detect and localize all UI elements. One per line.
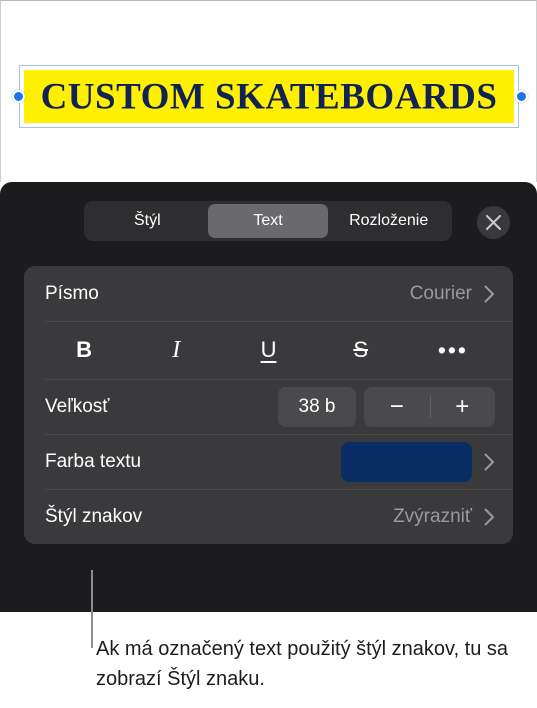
- size-row: Veľkosť 38 b − +: [24, 379, 513, 434]
- size-row-label: Veľkosť: [45, 395, 110, 417]
- caption-text: Ak má označený text použitý štýl znakov,…: [96, 638, 509, 690]
- font-row-value: Courier: [409, 282, 472, 304]
- character-style-row[interactable]: Štýl znakov Zvýrazniť: [24, 489, 513, 544]
- font-row[interactable]: Písmo Courier: [24, 266, 513, 321]
- chevron-right-icon: [484, 508, 494, 525]
- underline-button[interactable]: U: [222, 339, 314, 361]
- callout-leader-line: [91, 570, 93, 648]
- tab-text[interactable]: Text: [207, 204, 329, 238]
- text-box-selection[interactable]: CUSTOM SKATEBOARDS: [19, 65, 519, 128]
- more-options-button[interactable]: •••: [407, 338, 499, 362]
- tab-layout[interactable]: Rozloženie: [328, 204, 449, 238]
- text-format-row: B I U S •••: [24, 321, 513, 379]
- font-size-decrement-button[interactable]: −: [364, 387, 430, 427]
- text-color-row[interactable]: Farba textu: [24, 434, 513, 489]
- tab-style[interactable]: Štýl: [87, 204, 208, 238]
- text-color-swatch[interactable]: [341, 441, 472, 482]
- selection-handle-right[interactable]: [515, 90, 528, 103]
- format-inspector-panel: Štýl Text Rozloženie Písmo Courier B I U…: [0, 182, 537, 612]
- character-style-row-value: Zvýrazniť: [393, 505, 472, 527]
- headline-text[interactable]: CUSTOM SKATEBOARDS: [20, 78, 518, 115]
- bold-button[interactable]: B: [38, 339, 130, 361]
- text-color-row-label: Farba textu: [45, 450, 142, 472]
- text-options-group: Písmo Courier B I U S ••• Veľkosť 38 b −…: [24, 266, 513, 544]
- chevron-right-icon: [484, 285, 494, 302]
- inspector-tab-bar: Štýl Text Rozloženie: [84, 201, 452, 241]
- close-button[interactable]: [477, 206, 510, 239]
- chevron-right-icon: [484, 453, 494, 470]
- stepper-divider: [429, 395, 431, 418]
- strikethrough-button[interactable]: S: [315, 339, 407, 361]
- font-size-increment-button[interactable]: +: [430, 387, 496, 427]
- font-size-input[interactable]: 38 b: [278, 386, 356, 427]
- font-row-label: Písmo: [45, 282, 99, 304]
- italic-button[interactable]: I: [130, 338, 222, 362]
- font-size-stepper: − +: [364, 386, 496, 427]
- close-icon: [485, 214, 502, 231]
- document-canvas: CUSTOM SKATEBOARDS: [0, 0, 537, 182]
- character-style-row-label: Štýl znakov: [45, 505, 143, 527]
- selection-handle-left[interactable]: [12, 90, 25, 103]
